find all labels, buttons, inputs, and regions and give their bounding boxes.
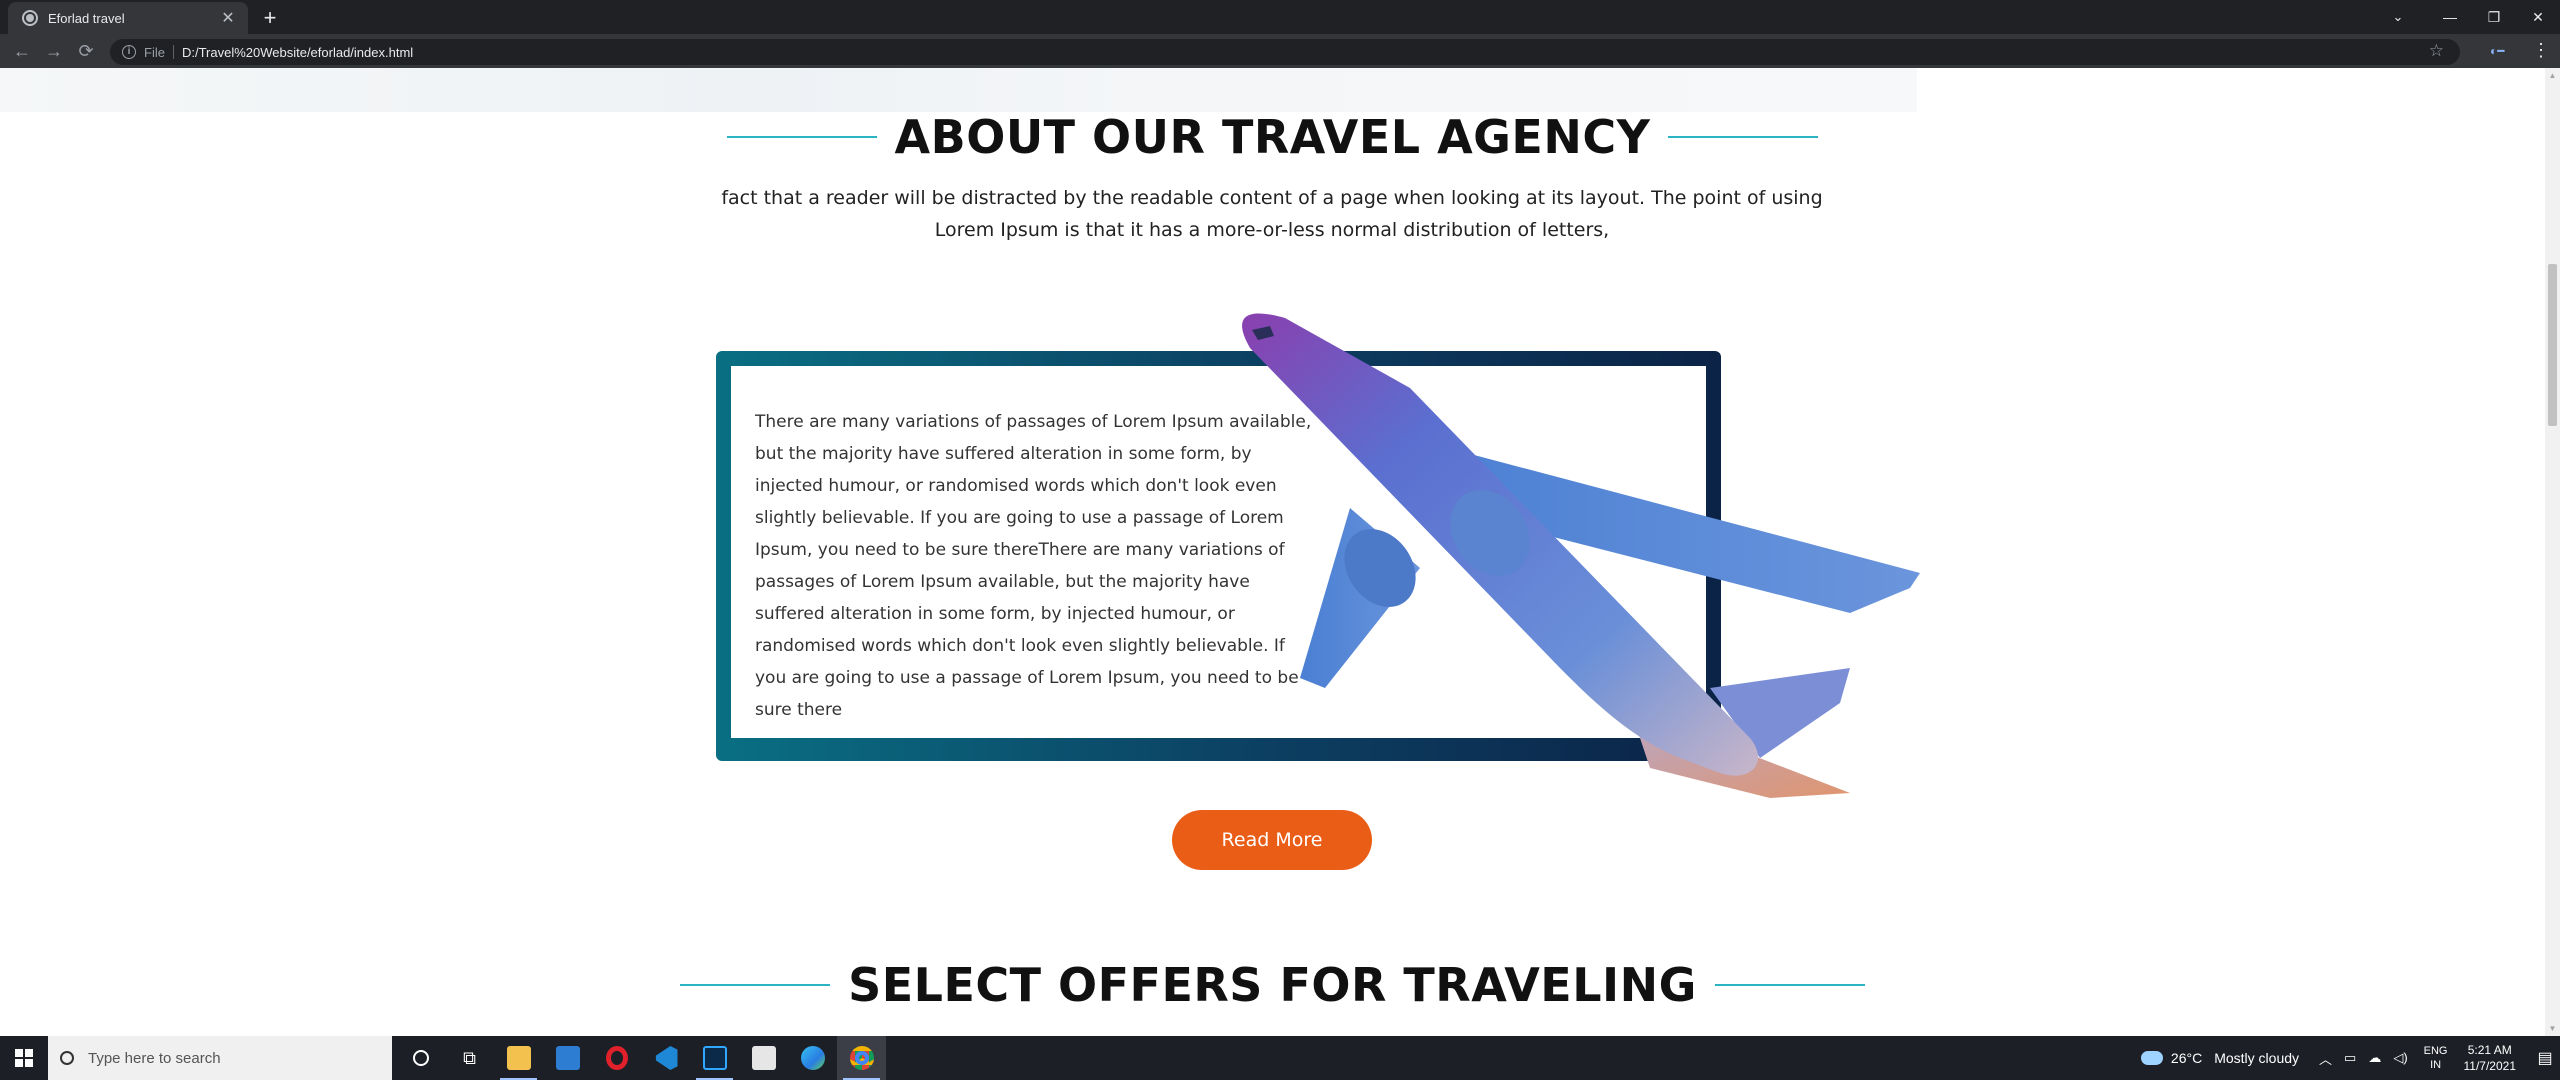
extension-icon[interactable]: ◐━ xyxy=(2490,44,2512,58)
url-scheme: File xyxy=(144,44,165,60)
restore-button[interactable]: ❐ xyxy=(2472,0,2516,34)
browser-tab-bar: Eforlad travel ✕ + ⌄ — ❐ ✕ xyxy=(0,0,2560,34)
network-icon[interactable]: ▭ xyxy=(2344,1050,2356,1066)
tab-search-button[interactable]: ⌄ xyxy=(2368,0,2428,34)
windows-start-button[interactable] xyxy=(0,1036,48,1080)
url-separator xyxy=(172,45,174,59)
airplane-image xyxy=(1242,313,1920,798)
scroll-up-arrow[interactable]: ▲ xyxy=(2545,68,2560,83)
taskbar-search-placeholder: Type here to search xyxy=(88,1049,221,1067)
mail-icon[interactable] xyxy=(543,1036,592,1080)
weather-text: Mostly cloudy xyxy=(2214,1050,2300,1066)
taskbar-apps: ⧉ xyxy=(396,1036,886,1080)
bookmark-star-icon[interactable]: ☆ xyxy=(2429,41,2444,61)
edge-icon[interactable] xyxy=(788,1036,837,1080)
cortana-icon[interactable] xyxy=(396,1036,445,1080)
reload-button[interactable]: ⟳ xyxy=(74,39,98,63)
heading-divider-right xyxy=(1668,136,1819,138)
language-code: ENG xyxy=(2423,1045,2448,1057)
file-explorer-icon[interactable] xyxy=(494,1036,543,1080)
offers-heading-row: SELECT OFFERS FOR TRAVELING xyxy=(0,958,2545,1012)
scroll-thumb[interactable] xyxy=(2548,264,2557,426)
minimize-button[interactable]: — xyxy=(2428,0,2472,34)
forward-button[interactable]: → xyxy=(42,39,66,63)
region-code: IN xyxy=(2430,1059,2442,1071)
taskbar-search[interactable]: Type here to search xyxy=(48,1036,392,1080)
clock-date: 11/7/2021 xyxy=(2463,1059,2517,1073)
browser-menu-button[interactable]: ⋮ xyxy=(2532,40,2550,60)
task-view-icon[interactable]: ⧉ xyxy=(445,1036,494,1080)
search-icon xyxy=(60,1051,74,1065)
weather-widget[interactable]: 26°C Mostly cloudy xyxy=(2136,1046,2300,1066)
close-window-button[interactable]: ✕ xyxy=(2516,0,2560,34)
weather-cloud-icon xyxy=(2136,1046,2163,1065)
offers-divider-right xyxy=(1714,984,1865,986)
globe-icon xyxy=(22,10,38,26)
opera-icon[interactable] xyxy=(592,1036,641,1080)
read-more-button[interactable]: Read More xyxy=(1172,810,1372,870)
page-scrollbar[interactable]: ▲ ▼ xyxy=(2545,68,2560,1036)
address-bar[interactable]: i File D:/Travel%20Website/eforlad/index… xyxy=(110,39,2460,65)
close-tab-icon[interactable]: ✕ xyxy=(218,8,238,28)
heading-divider-left xyxy=(726,136,877,138)
chrome-icon[interactable] xyxy=(837,1036,886,1080)
about-heading-row: ABOUT OUR TRAVEL AGENCY xyxy=(0,110,2545,164)
volume-icon[interactable]: ◁) xyxy=(2393,1050,2407,1066)
window-controls: ⌄ — ❐ ✕ xyxy=(2368,0,2560,34)
page-viewport: ABOUT OUR TRAVEL AGENCY fact that a read… xyxy=(0,68,2545,1036)
scroll-down-arrow[interactable]: ▼ xyxy=(2545,1021,2560,1036)
about-title: ABOUT OUR TRAVEL AGENCY xyxy=(894,110,1651,164)
url-text[interactable]: D:/Travel%20Website/eforlad/index.html xyxy=(182,45,413,60)
hero-image-bottom xyxy=(0,68,1917,112)
clock-time: 5:21 AM xyxy=(2467,1043,2512,1057)
notification-icon[interactable]: ▤ xyxy=(2530,1036,2560,1080)
offers-title: SELECT OFFERS FOR TRAVELING xyxy=(848,958,1697,1012)
photoshop-icon[interactable] xyxy=(690,1036,739,1080)
store-icon[interactable] xyxy=(739,1036,788,1080)
about-intro-text: fact that a reader will be distracted by… xyxy=(721,187,1823,241)
tab-title: Eforlad travel xyxy=(48,10,125,26)
back-button[interactable]: ← xyxy=(10,39,34,63)
browser-toolbar: ← → ⟳ i File D:/Travel%20Website/eforlad… xyxy=(0,34,2560,68)
show-hidden-icons-icon[interactable]: ︿ xyxy=(2319,1049,2332,1068)
vscode-icon[interactable] xyxy=(641,1036,690,1080)
cloud-sync-icon[interactable]: ☁ xyxy=(2368,1050,2381,1066)
info-icon[interactable]: i xyxy=(122,45,136,59)
language-indicator[interactable]: ENG IN xyxy=(2424,1044,2448,1072)
new-tab-button[interactable]: + xyxy=(256,4,284,32)
system-tray: 26°C Mostly cloudy ︿ ▭ ☁ ◁) ENG IN 5:21 … xyxy=(2136,1036,2560,1080)
taskbar-clock[interactable]: 5:21 AM 11/7/2021 xyxy=(2464,1042,2517,1074)
browser-tab[interactable]: Eforlad travel ✕ xyxy=(8,2,248,34)
windows-taskbar: Type here to search ⧉ 26°C Mostly cloudy… xyxy=(0,1036,2560,1080)
weather-temp: 26°C xyxy=(2170,1050,2203,1066)
offers-divider-left xyxy=(680,984,831,986)
